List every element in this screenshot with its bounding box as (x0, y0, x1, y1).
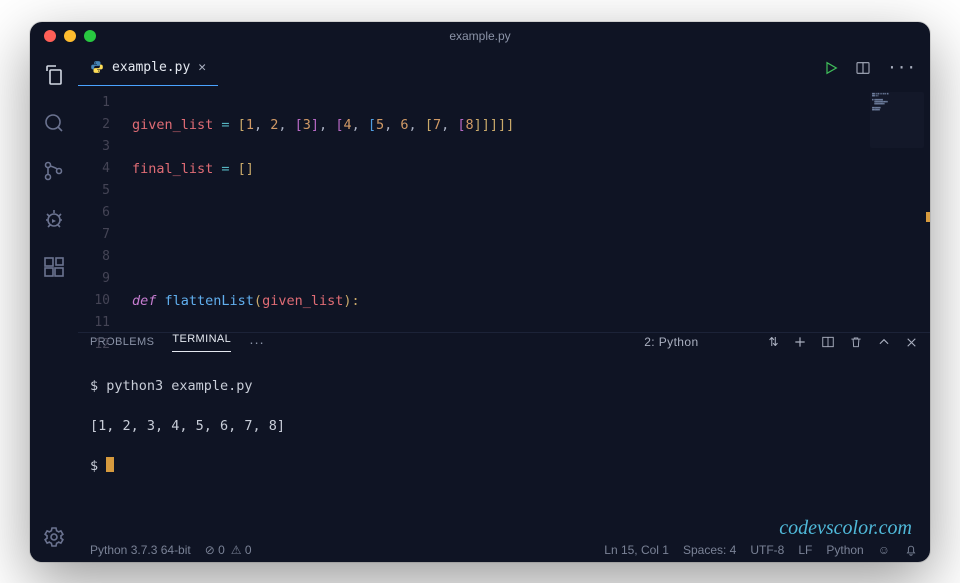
bottom-panel: PROBLEMS TERMINAL ··· 2: Python⇅ $ pytho… (78, 332, 930, 538)
status-interpreter[interactable]: Python 3.7.3 64-bit (90, 543, 191, 557)
title-bar: example.py (30, 22, 930, 50)
activity-bar (30, 50, 78, 562)
terminal-result: [1, 2, 3, 4, 5, 6, 7, 8] (90, 416, 918, 436)
line-number: 9 (78, 268, 110, 290)
minimap[interactable]: ████ █ ██ █ █ ██ █ ██ ████ █ █ ██ ██████… (870, 92, 924, 148)
code-token: 4 (343, 117, 351, 133)
minimap-indicator (926, 212, 930, 222)
code-token: [ (457, 117, 465, 133)
tab-filename: example.py (112, 60, 190, 75)
code-token: = (221, 117, 237, 133)
line-number: 10 (78, 290, 110, 312)
vscode-window: example.py (30, 22, 930, 562)
tab-terminal[interactable]: TERMINAL (172, 333, 231, 352)
code-token: [ (238, 117, 246, 133)
status-feedback-icon[interactable]: ☺ (878, 543, 890, 557)
maximize-panel-icon[interactable] (877, 335, 891, 349)
code-token: ]]]]] (474, 117, 515, 133)
new-terminal-icon[interactable] (793, 335, 807, 349)
run-button[interactable] (823, 60, 839, 76)
tabs-row: example.py ✕ ··· (78, 50, 930, 86)
code-token: [] (238, 161, 254, 177)
code-token: given_list (132, 117, 221, 133)
terminal-output[interactable]: $ python3 example.py [1, 2, 3, 4, 5, 6, … (78, 352, 930, 544)
code-token: , (278, 117, 294, 133)
code-token: given_list (262, 293, 343, 309)
line-number: 6 (78, 202, 110, 224)
split-editor-icon[interactable] (855, 60, 871, 76)
line-number: 2 (78, 114, 110, 136)
code-token: [ (295, 117, 303, 133)
code-token: , (352, 117, 368, 133)
code-token: ( (254, 293, 262, 309)
code-token: , (384, 117, 400, 133)
explorer-icon[interactable] (41, 62, 67, 88)
code-token: ): (343, 293, 359, 309)
source-control-icon[interactable] (41, 158, 67, 184)
code-token: final_list (132, 161, 221, 177)
split-terminal-icon[interactable] (821, 335, 835, 349)
code-token: , (441, 117, 457, 133)
code-token: 1 (246, 117, 254, 133)
close-panel-icon[interactable] (905, 336, 918, 349)
terminal-command: python3 example.py (106, 378, 252, 394)
code-token: 8 (466, 117, 474, 133)
panel-tabs: PROBLEMS TERMINAL ··· 2: Python⇅ (78, 333, 930, 352)
panel-actions: 2: Python ⇅ (644, 335, 918, 349)
python-file-icon (90, 60, 104, 74)
line-number: 11 (78, 312, 110, 334)
code-token: = (221, 161, 237, 177)
status-spaces[interactable]: Spaces: 4 (683, 543, 736, 557)
terminal-prompt: $ (90, 378, 106, 394)
code-token: [ (425, 117, 433, 133)
code-token: 3 (303, 117, 311, 133)
status-notifications-icon[interactable] (904, 543, 918, 557)
status-language[interactable]: Python (826, 543, 863, 557)
code-token: 5 (376, 117, 384, 133)
status-eol[interactable]: LF (798, 543, 812, 557)
code-token: def (132, 293, 165, 309)
main-area: example.py ✕ ··· 1 2 3 4 5 6 (78, 50, 930, 562)
window-title: example.py (30, 29, 930, 43)
status-encoding[interactable]: UTF-8 (750, 543, 784, 557)
code-content[interactable]: given_list = [1, 2, [3], [4, [5, 6, [7, … (124, 86, 930, 332)
line-number: 5 (78, 180, 110, 202)
terminal-prompt: $ (90, 458, 106, 474)
code-token: flattenList (165, 293, 254, 309)
code-editor[interactable]: 1 2 3 4 5 6 7 8 9 10 11 12 given_list = … (78, 86, 930, 332)
code-token: 7 (433, 117, 441, 133)
line-number: 8 (78, 246, 110, 268)
more-actions-icon[interactable]: ··· (887, 58, 916, 77)
code-token: [ (368, 117, 376, 133)
panel-more-icon[interactable]: ··· (249, 334, 264, 350)
tab-example-py[interactable]: example.py ✕ (78, 50, 218, 86)
editor-body: example.py ✕ ··· 1 2 3 4 5 6 (30, 50, 930, 562)
debug-icon[interactable] (41, 206, 67, 232)
line-number: 4 (78, 158, 110, 180)
line-number-gutter: 1 2 3 4 5 6 7 8 9 10 11 12 (78, 86, 124, 332)
line-number: 1 (78, 92, 110, 114)
chevron-updown-icon: ⇅ (769, 335, 779, 349)
line-number: 7 (78, 224, 110, 246)
code-token: , (409, 117, 425, 133)
status-warnings[interactable]: ⚠ 0 (231, 543, 252, 557)
status-cursor-position[interactable]: Ln 15, Col 1 (604, 543, 669, 557)
line-number: 3 (78, 136, 110, 158)
terminal-cursor (106, 457, 114, 472)
search-icon[interactable] (41, 110, 67, 136)
watermark: codevscolor.com (779, 518, 912, 538)
code-token: ] (311, 117, 319, 133)
kill-terminal-icon[interactable] (849, 335, 863, 349)
close-tab-icon[interactable]: ✕ (198, 60, 206, 75)
code-token: , (319, 117, 335, 133)
status-errors[interactable]: ⊘ 0 (205, 543, 225, 557)
editor-actions: ··· (823, 50, 930, 86)
code-token: 6 (400, 117, 408, 133)
terminal-selector-label: 2: Python (644, 335, 698, 349)
code-token: , (254, 117, 270, 133)
extensions-icon[interactable] (41, 254, 67, 280)
terminal-selector[interactable]: 2: Python ⇅ (644, 335, 779, 349)
settings-gear-icon[interactable] (41, 524, 67, 550)
